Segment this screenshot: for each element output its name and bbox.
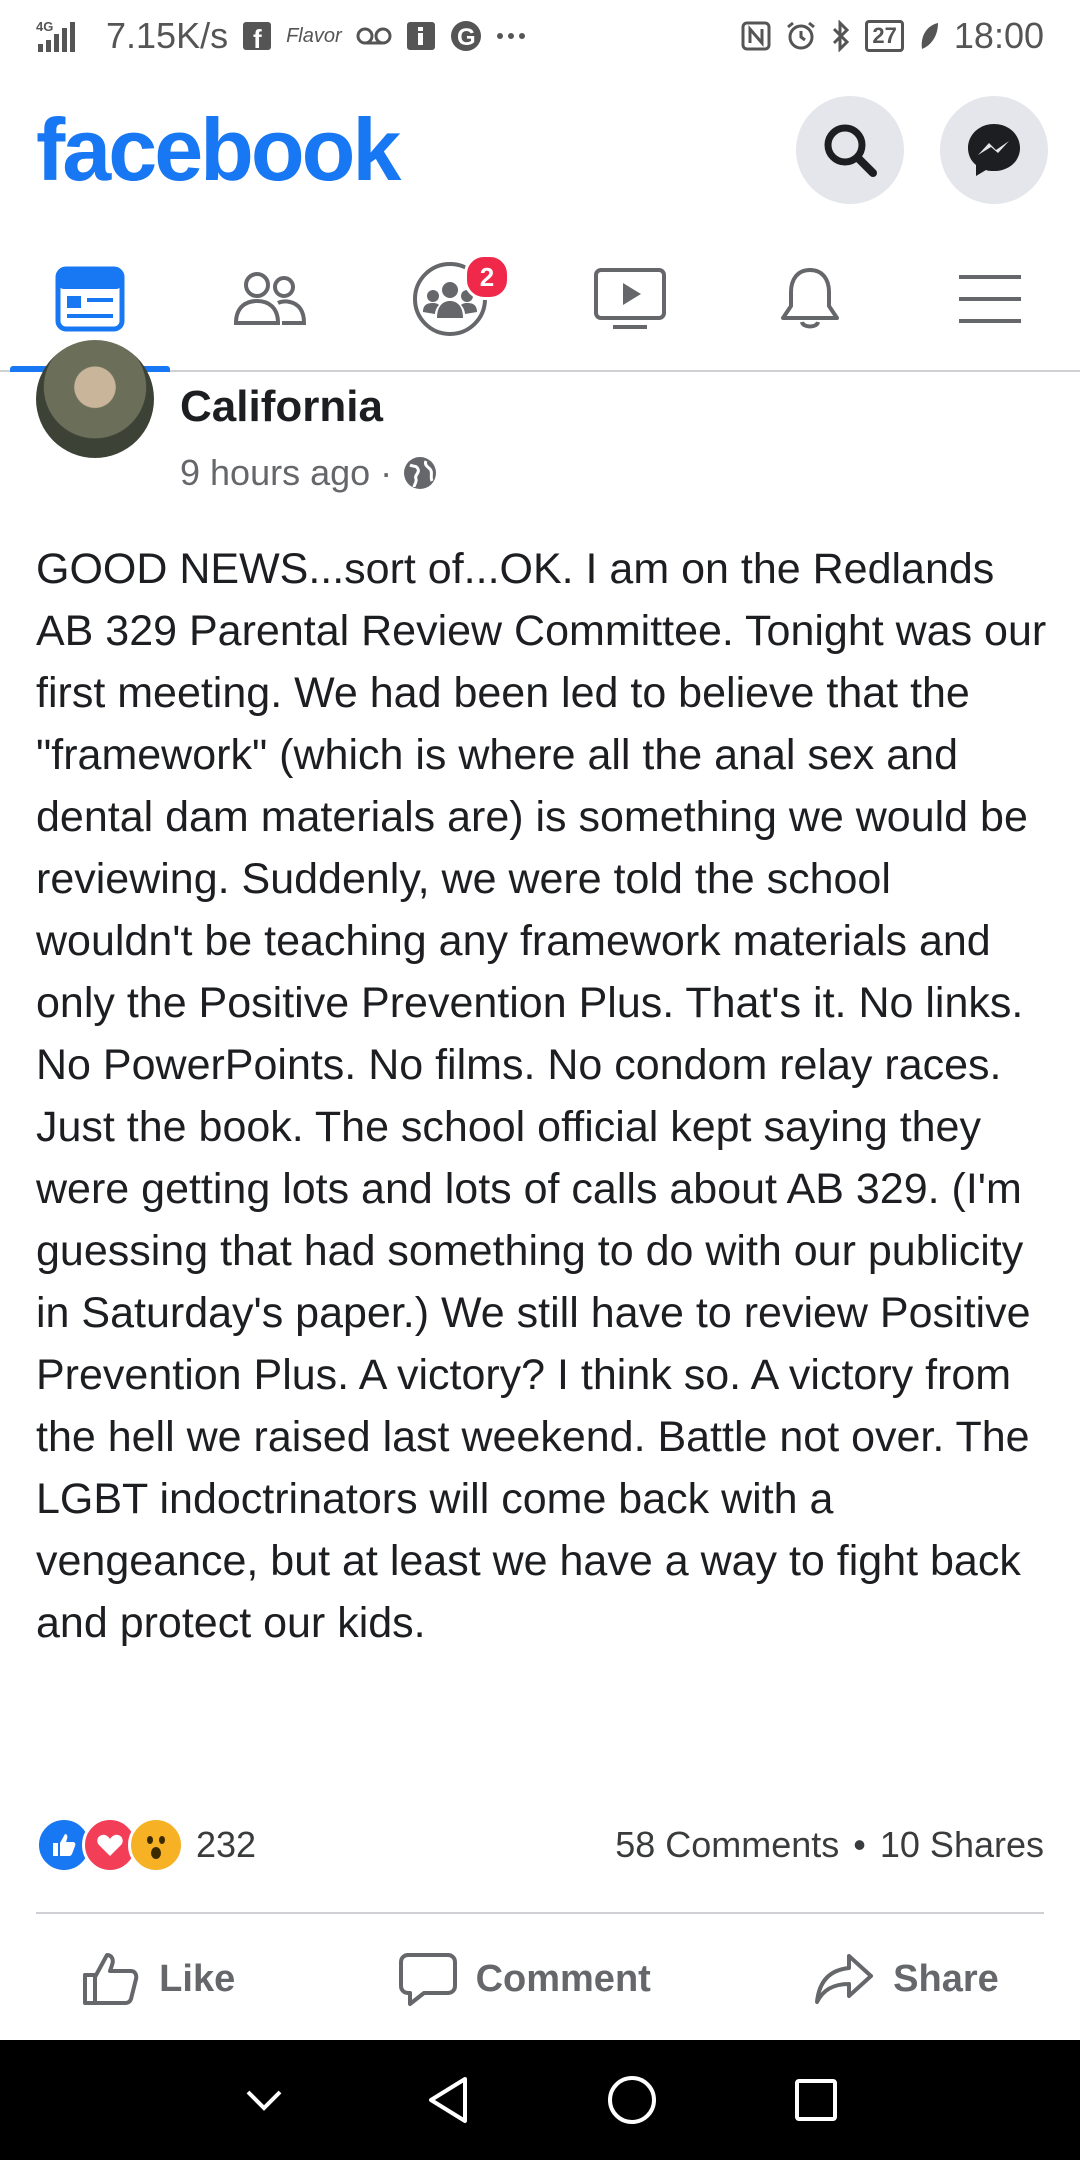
author-avatar[interactable]: [36, 340, 154, 458]
header-actions: [796, 96, 1048, 204]
info-icon: [406, 21, 436, 51]
status-bar-left: 4G 7.15K/s f Flavor G: [36, 15, 526, 57]
system-navigation-bar: [0, 2040, 1080, 2160]
bluetooth-icon: [831, 20, 851, 52]
back-icon: [429, 2077, 467, 2123]
main-tab-bar: 2: [0, 228, 1080, 372]
facebook-icon: f: [242, 21, 272, 51]
nfc-icon: [741, 21, 771, 51]
stats-separator: •: [853, 1824, 866, 1865]
share-icon: [815, 1954, 874, 2004]
back-button[interactable]: [356, 2075, 540, 2125]
tab-watch[interactable]: [540, 228, 720, 370]
globe-icon: [404, 457, 437, 489]
search-button[interactable]: [796, 96, 904, 204]
menu-icon: [959, 275, 1021, 323]
meta-separator: ·: [380, 452, 393, 493]
reaction-count: 232: [196, 1824, 257, 1865]
shares-count[interactable]: 10 Shares: [880, 1824, 1044, 1866]
battery-icon: 27: [865, 20, 904, 52]
clock: 18:00: [953, 15, 1044, 56]
share-button[interactable]: Share: [813, 1952, 999, 2006]
post-body: GOOD NEWS...sort of...OK. I am on the Re…: [36, 545, 1047, 1647]
google-icon: G: [450, 20, 482, 52]
signal-icon: 4G: [36, 18, 92, 54]
facebook-logo: facebook: [36, 100, 401, 199]
leaf-icon: [918, 21, 940, 51]
comments-count[interactable]: 58 Comments: [615, 1824, 839, 1866]
share-label: Share: [893, 1957, 999, 2000]
like-icon: [83, 1953, 139, 2005]
more-icon: [496, 31, 526, 41]
post-location[interactable]: California: [180, 382, 383, 432]
search-icon: [824, 124, 877, 177]
voicemail-icon: [356, 25, 392, 47]
comment-button[interactable]: Comment: [398, 1951, 651, 2007]
network-type: 4G: [36, 19, 53, 34]
wow-reaction-icon: [128, 1817, 184, 1873]
flavor-icon: Flavor: [286, 24, 342, 47]
recents-button[interactable]: [724, 2077, 908, 2123]
alarm-icon: [785, 20, 817, 52]
recents-icon: [795, 2079, 837, 2121]
post-header: California 9 hours ago ·: [36, 340, 1044, 512]
facebook-mobile-screen: 4G 7.15K/s f Flavor G 27 18:00 facebook …: [0, 0, 1080, 2160]
friends-icon: [233, 272, 307, 325]
tab-menu[interactable]: [900, 228, 1080, 370]
news-feed-icon: [55, 266, 125, 332]
status-bar-right: 27 18:00: [741, 15, 1044, 57]
like-label: Like: [159, 1957, 236, 2000]
svg-text:f: f: [253, 24, 262, 51]
tab-notifications[interactable]: [720, 228, 900, 370]
network-speed: 7.15K/s: [106, 15, 229, 56]
messenger-button[interactable]: [940, 96, 1048, 204]
post-timestamp[interactable]: 9 hours ago: [180, 452, 370, 494]
post-meta: 9 hours ago ·: [180, 452, 438, 494]
post-stats: 58 Comments • 10 Shares: [615, 1824, 1044, 1866]
tab-friends[interactable]: [180, 228, 360, 370]
bell-icon: [781, 268, 839, 329]
app-header: facebook: [0, 72, 1080, 228]
comment-icon: [398, 1953, 457, 2006]
watch-icon: [594, 268, 666, 329]
home-button[interactable]: [540, 2074, 724, 2126]
comment-label: Comment: [475, 1957, 651, 2000]
status-bar: 4G 7.15K/s f Flavor G 27 18:00: [0, 0, 1080, 72]
chevron-down-icon: [246, 2090, 282, 2111]
groups-badge: 2: [464, 254, 510, 300]
messenger-icon: [968, 124, 1020, 176]
home-icon: [608, 2076, 656, 2124]
hide-nav-button[interactable]: [172, 2088, 356, 2112]
post-actions: Like Comment Share: [0, 1914, 1080, 2044]
tab-groups[interactable]: 2: [360, 228, 540, 370]
like-button[interactable]: Like: [81, 1951, 235, 2007]
reaction-icons[interactable]: 232: [36, 1817, 256, 1873]
reactions-summary: 232 58 Comments • 10 Shares: [36, 1815, 1044, 1875]
svg-text:G: G: [457, 24, 476, 51]
